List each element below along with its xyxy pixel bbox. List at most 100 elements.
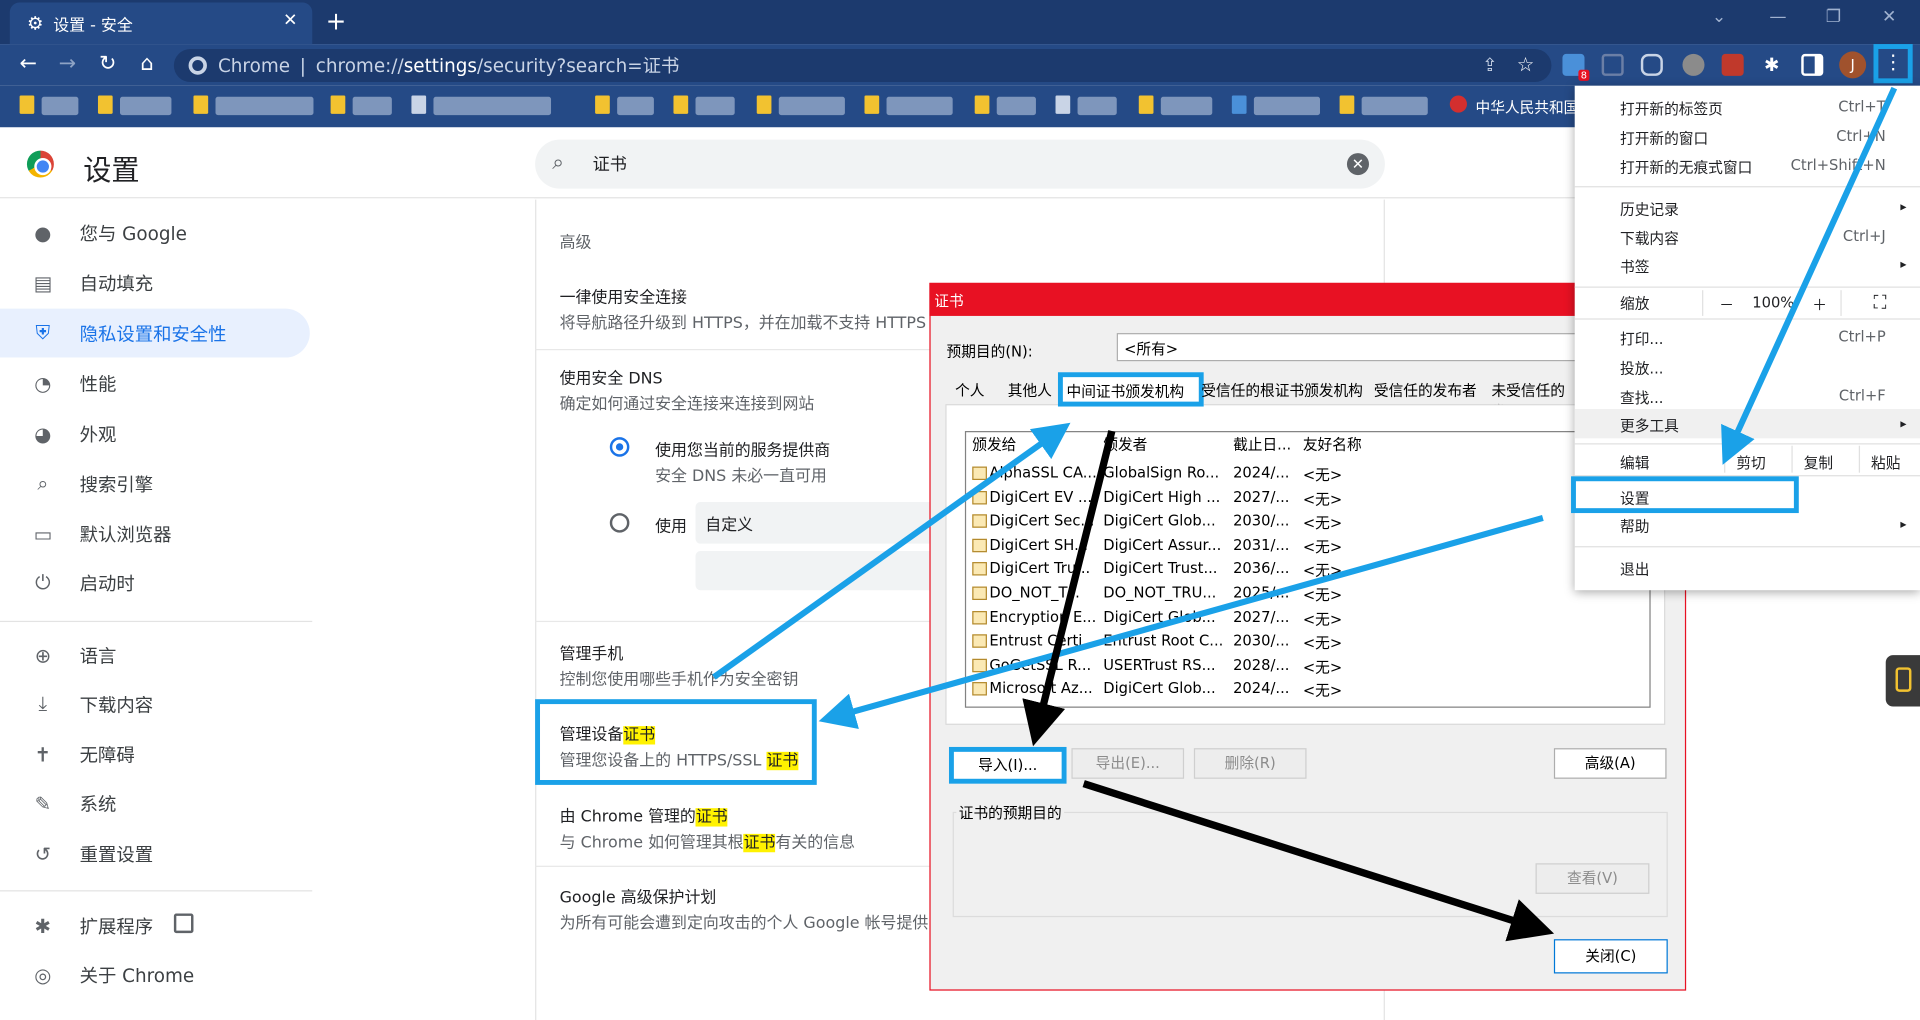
clear-search-icon[interactable]: ✕	[1346, 153, 1369, 176]
copy-button[interactable]: 复制	[1804, 452, 1833, 473]
view-button[interactable]: 查看(V)	[1535, 863, 1650, 894]
emblem-icon[interactable]	[1449, 95, 1467, 113]
bookmark-site-icon[interactable]	[411, 95, 427, 114]
sidebar-item-2[interactable]: ▤ 自动填充	[0, 258, 310, 307]
bookmark-item[interactable]	[120, 96, 172, 116]
bookmark-item[interactable]	[1077, 96, 1117, 116]
sidebar-item-15[interactable]: ◎ 关于 Chrome	[0, 950, 310, 999]
menu-item-10[interactable]: 查找...	[1620, 387, 1663, 408]
bookmark-item[interactable]	[215, 96, 314, 116]
column-header-expiration[interactable]: 截止日...	[1233, 433, 1291, 454]
reload-icon[interactable]: ↻	[94, 51, 121, 75]
menu-item-6[interactable]: 书签	[1620, 256, 1649, 277]
share-icon[interactable]: ⇪	[1482, 54, 1497, 76]
zoom-out-button[interactable]: －	[1719, 294, 1734, 315]
address-bar[interactable]: Chrome | chrome:// settings /security?se…	[173, 48, 1552, 83]
new-tab-button[interactable]: +	[326, 6, 347, 35]
tab-untrusted-publishers[interactable]: 未受信任的发	[1491, 380, 1572, 404]
reader-icon[interactable]	[1640, 53, 1663, 76]
menu-item-4[interactable]: 历史记录	[1620, 198, 1679, 219]
home-icon[interactable]: ⌂	[133, 51, 160, 75]
menu-item-8[interactable]: 打印...	[1620, 328, 1663, 349]
bookmark-item[interactable]	[1160, 96, 1213, 116]
sidebar-item-7[interactable]: ▭ 默认浏览器	[0, 509, 310, 558]
bookmark-folder-icon[interactable]	[595, 95, 610, 114]
owl-extension-icon[interactable]	[1682, 53, 1705, 76]
sidebar-item-9[interactable]: ⊕ 语言	[0, 631, 310, 680]
bookmark-folder-icon[interactable]	[1339, 95, 1355, 114]
sidebar-item-11[interactable]: ✝ 无障碍	[0, 730, 310, 779]
bookmark-item[interactable]	[433, 96, 552, 116]
menu-item-5[interactable]: 下载内容	[1620, 228, 1679, 249]
column-header-issued-to[interactable]: 颁发给	[972, 433, 1016, 454]
tab-group-icon[interactable]	[1601, 53, 1624, 76]
sidebar-item-4[interactable]: ◔ 性能	[0, 359, 310, 408]
bookmark-item[interactable]	[1361, 96, 1428, 116]
delete-button[interactable]: 删除(R)	[1193, 748, 1307, 779]
bookmark-folder-icon[interactable]	[756, 95, 772, 114]
close-tab-icon[interactable]: ✕	[283, 11, 297, 31]
tab-personal[interactable]: 个人	[955, 380, 984, 404]
bookmark-folder-icon[interactable]	[193, 95, 209, 114]
bookmark-folder-icon[interactable]	[673, 95, 689, 114]
advanced-button[interactable]: 高级(A)	[1553, 748, 1667, 779]
bookmark-item[interactable]	[352, 96, 392, 116]
minimize-icon[interactable]: —	[1769, 7, 1786, 27]
close-button[interactable]: 关闭(C)	[1553, 939, 1668, 974]
bookmark-item[interactable]	[1253, 96, 1321, 116]
tab-intermediate-ca[interactable]: 中间证书颁发机构	[1057, 372, 1204, 407]
sidebar-item-5[interactable]: ◕ 外观	[0, 409, 310, 458]
bookmark-folder-icon[interactable]	[330, 95, 346, 114]
menu-item-7[interactable]: 缩放	[1620, 293, 1649, 314]
bookmark-folder-icon[interactable]	[864, 95, 880, 114]
menu-item-14[interactable]: 帮助	[1620, 516, 1649, 537]
bookmark-folder-icon[interactable]	[97, 95, 113, 114]
column-header-friendly-name[interactable]: 友好名称	[1303, 433, 1362, 454]
bookmark-item-label[interactable]: 中华人民共和国	[1476, 97, 1579, 118]
bookmark-folder-icon[interactable]	[1138, 95, 1154, 114]
bookmark-item[interactable]	[617, 96, 654, 116]
sidebar-item-6[interactable]: ⌕ 搜索引擎	[0, 459, 310, 508]
puzzle-icon[interactable]: ✱	[1761, 54, 1783, 76]
bookmark-site-icon[interactable]	[1055, 95, 1071, 114]
bookmark-item[interactable]	[886, 96, 953, 116]
sidebar-item-13[interactable]: ↺ 重置设置	[0, 829, 310, 878]
sidebar-item-14[interactable]: ✱ 扩展程序	[0, 901, 310, 950]
menu-item-2[interactable]: 打开新的窗口	[1620, 127, 1708, 148]
menu-item-12[interactable]: 编辑	[1620, 452, 1649, 473]
tab-search-icon[interactable]: ⌄	[1712, 7, 1726, 27]
fullscreen-icon[interactable]: ⛶	[1873, 291, 1886, 313]
tab-other-people[interactable]: 其他人	[1008, 380, 1052, 404]
bookmark-item[interactable]	[695, 96, 735, 116]
dns-provider-radio[interactable]	[609, 437, 630, 457]
column-header-issued-by[interactable]: 颁发者	[1103, 433, 1147, 454]
side-panel-icon[interactable]	[1801, 53, 1824, 76]
notes-icon[interactable]	[1895, 667, 1912, 692]
forward-icon[interactable]: →	[54, 51, 81, 75]
bookmark-folder-icon[interactable]	[974, 95, 990, 114]
settings-search[interactable]: ⌕ 证书 ✕	[535, 139, 1385, 189]
bookmark-item[interactable]	[778, 96, 845, 116]
restore-icon[interactable]: ❐	[1826, 7, 1841, 27]
zoom-in-button[interactable]: ＋	[1812, 294, 1827, 315]
sidebar-item-8[interactable]: ⏻ 启动时	[0, 558, 310, 607]
sidebar-item-1[interactable]: ● 您与 Google	[0, 208, 310, 257]
menu-item-1[interactable]: 打开新的标签页	[1620, 98, 1723, 119]
window-close-icon[interactable]: ✕	[1882, 7, 1896, 27]
menu-item-15[interactable]: 退出	[1620, 558, 1649, 579]
chrome-certs-title[interactable]: 由 Chrome 管理的证书	[560, 803, 728, 827]
bookmark-folder-icon[interactable]	[19, 95, 35, 114]
extension-icon[interactable]: 8	[1562, 53, 1590, 81]
avatar[interactable]: J	[1839, 51, 1867, 79]
record-extension-icon[interactable]	[1721, 53, 1744, 76]
bookmark-item[interactable]	[996, 96, 1036, 116]
back-icon[interactable]: ←	[15, 51, 42, 75]
sidebar-item-10[interactable]: ⤓ 下载内容	[0, 680, 310, 729]
menu-item-3[interactable]: 打开新的无痕式窗口	[1620, 157, 1752, 178]
dns-custom-radio[interactable]	[609, 513, 630, 533]
bookmark-star-icon[interactable]: ☆	[1517, 53, 1535, 76]
menu-item-11[interactable]: 更多工具	[1620, 415, 1679, 436]
menu-button[interactable]: ⋮	[1873, 44, 1913, 84]
dns-custom-input[interactable]	[695, 551, 953, 591]
export-button[interactable]: 导出(E)...	[1071, 748, 1185, 779]
